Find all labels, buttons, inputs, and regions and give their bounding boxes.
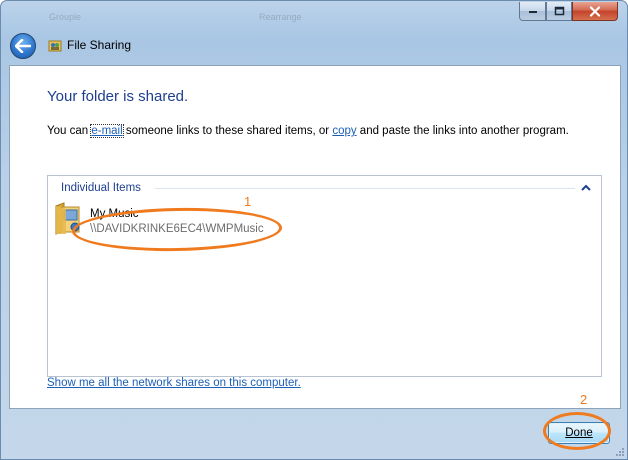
show-network-shares-link[interactable]: Show me all the network shares on this c… <box>47 377 301 389</box>
minimize-button[interactable] <box>519 2 546 21</box>
shared-items-list: Individual Items My Music \\DAVIDKRINKE6… <box>47 175 602 377</box>
background-toolbar-item: Rearrange <box>259 12 302 22</box>
callout-number-2: 2 <box>580 392 588 407</box>
group-header-individual-items[interactable]: Individual Items <box>61 182 141 194</box>
close-icon <box>589 5 601 17</box>
background-toolbar: Grouple Rearrange <box>1 1 516 29</box>
callout-number-1: 1 <box>244 194 252 209</box>
file-sharing-icon <box>48 40 62 52</box>
collapse-group-button[interactable] <box>579 180 593 194</box>
page-heading: Your folder is shared. <box>47 88 189 105</box>
instructions-text-part: someone links to these shared items, or <box>122 125 333 137</box>
maximize-button[interactable] <box>546 2 572 21</box>
background-toolbar-item: Grouple <box>49 12 82 22</box>
group-divider <box>155 188 575 189</box>
close-button[interactable] <box>572 2 618 21</box>
instructions-text: You can e-mail someone links to these sh… <box>47 124 569 138</box>
back-arrow-icon <box>15 39 31 53</box>
resize-grip-icon[interactable] <box>613 447 625 459</box>
instructions-text-part: and paste the links into another program… <box>356 125 569 137</box>
instructions-text-part: You can <box>47 125 92 137</box>
maximize-icon <box>554 6 564 16</box>
copy-link[interactable]: copy <box>332 125 356 137</box>
back-button[interactable] <box>10 33 36 59</box>
callout-ellipse-2 <box>543 412 611 450</box>
email-link[interactable]: e-mail <box>90 124 124 138</box>
chevron-up-icon <box>581 184 591 191</box>
minimize-icon <box>528 11 537 13</box>
window-title: File Sharing <box>67 38 132 52</box>
